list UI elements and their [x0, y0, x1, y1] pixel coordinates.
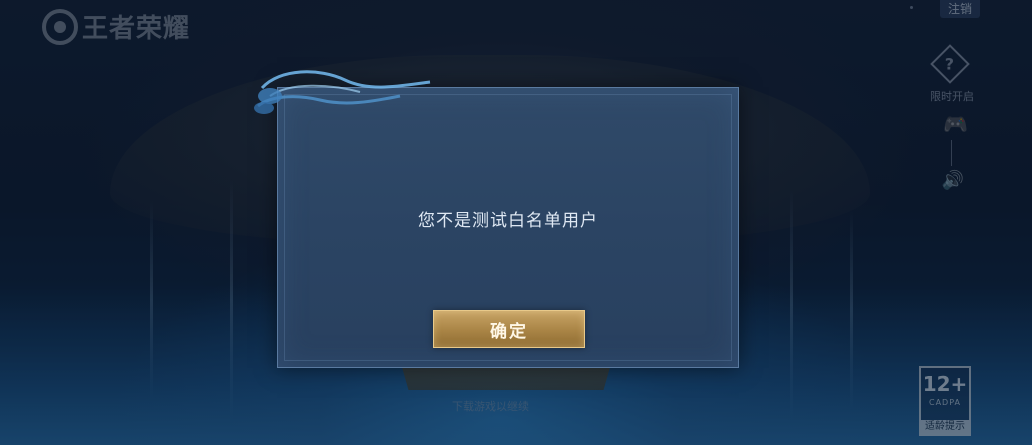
dialog-cloud-ornament — [254, 70, 431, 114]
dialog-message: 您不是测试白名单用户 — [418, 211, 598, 231]
confirm-button[interactable]: 确定 — [433, 310, 585, 348]
game-screen: 王者荣耀 注销 ? 限时开启 🎮 🔊 下载游戏以继续 12+ CADPA 适龄提… — [0, 0, 1032, 445]
whitelist-dialog: 您不是测试白名单用户 确定 — [277, 87, 739, 368]
